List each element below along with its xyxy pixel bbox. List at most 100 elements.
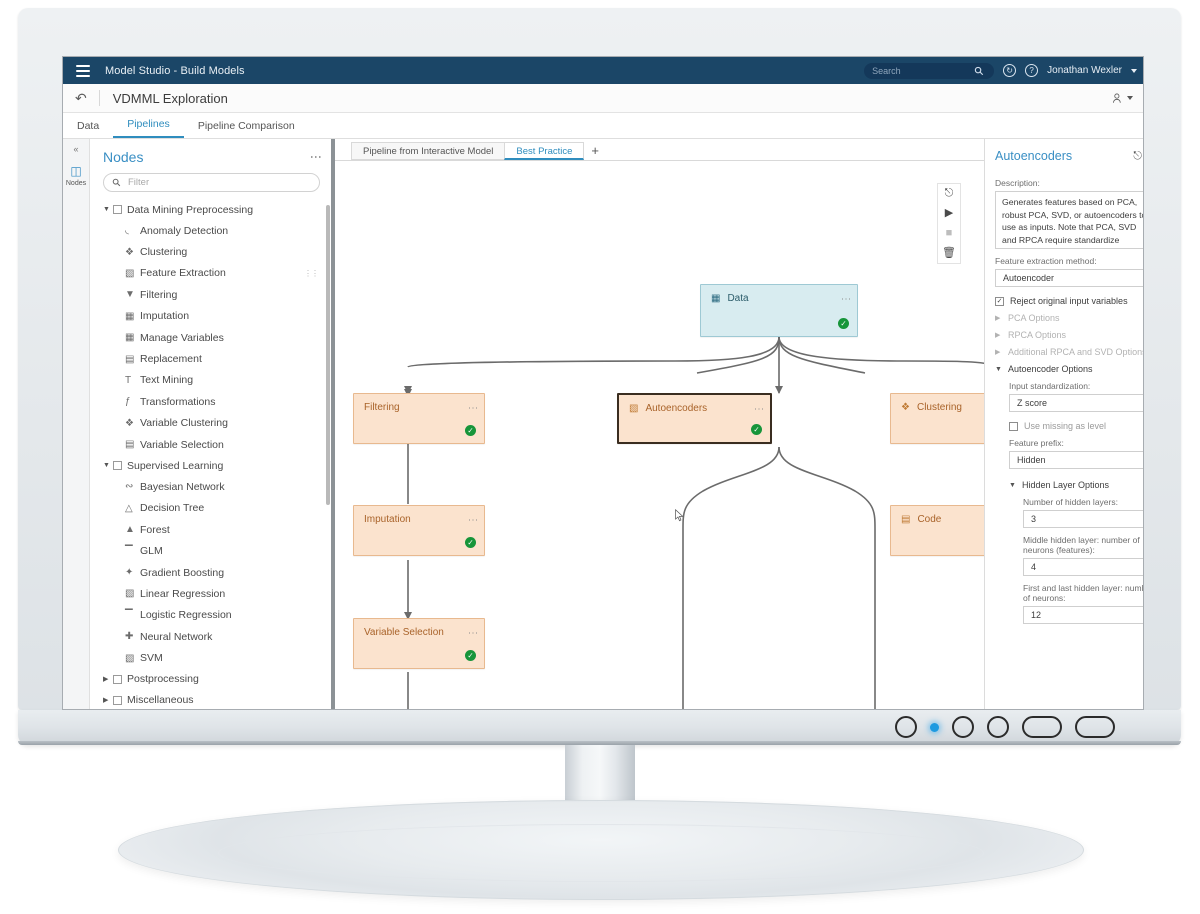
first-last-layer-input[interactable]: 12 — [1023, 606, 1143, 624]
tree-group-data-mining-preprocessing[interactable]: ▼ Data Mining Preprocessing — [90, 199, 332, 220]
pipeline-tab-interactive[interactable]: Pipeline from Interactive Model — [351, 142, 506, 160]
accordion-additional-rpca-svd-options[interactable]: ▶ Additional RPCA and SVD Options — [995, 347, 1143, 357]
filter-box[interactable] — [103, 173, 320, 192]
group-checkbox[interactable] — [113, 695, 122, 705]
select-pointer-icon[interactable]: ⎋ — [945, 188, 954, 199]
tree-item-linear-regression[interactable]: ▧ Linear Regression — [90, 583, 332, 604]
node-label: Filtering — [364, 402, 400, 413]
feature-method-select[interactable]: Autoencoder — [995, 269, 1143, 287]
chevron-down-icon[interactable] — [1131, 68, 1137, 73]
user-settings-button[interactable] — [1112, 92, 1133, 105]
pipeline-tab-best-practice[interactable]: Best Practice — [504, 142, 585, 160]
tree-item-replacement[interactable]: ▤ Replacement — [90, 348, 332, 369]
tree-item-svm[interactable]: ▧ SVM — [90, 647, 332, 668]
reject-original-checkbox[interactable]: ✓ Reject original input variables — [995, 296, 1143, 306]
tree-group-miscellaneous[interactable]: ▶ Miscellaneous — [90, 690, 332, 709]
run-play-icon[interactable]: ▶ — [945, 208, 953, 219]
tab-pipeline-comparison[interactable]: Pipeline Comparison — [184, 120, 309, 138]
accordion-pca-options[interactable]: ▶ PCA Options — [995, 313, 1143, 323]
add-pipeline-tab-button[interactable]: + — [583, 142, 607, 160]
monitor-power-button[interactable] — [895, 716, 917, 738]
stop-icon[interactable]: ■ — [946, 228, 953, 239]
glm-icon: ▔ — [125, 545, 133, 557]
tree-item-clustering[interactable]: ❖ Clustering — [90, 241, 332, 262]
tree-item-label: Transformations — [140, 395, 216, 408]
pipeline-canvas[interactable]: ⎋ ▶ ■ 🗑 ▦ Data ⋮ ✓ Filtering ⋮ ✓ ▧ Autoencod… — [335, 161, 984, 709]
tree-item-filtering[interactable]: ▼ Filtering — [90, 284, 332, 305]
tree-item-gradient-boosting[interactable]: ✦ Gradient Boosting — [90, 562, 332, 583]
monitor-menu-button-2[interactable] — [1075, 716, 1115, 738]
group-checkbox[interactable] — [113, 205, 122, 214]
tree-group-label: Miscellaneous — [127, 694, 194, 707]
tree-item-bayesian-network[interactable]: ∾ Bayesian Network — [90, 476, 332, 497]
tree-item-label: Filtering — [140, 288, 178, 301]
tree-item-manage-variables[interactable]: ▦ Manage Variables — [90, 327, 332, 348]
middle-layer-input[interactable]: 4 — [1023, 558, 1143, 576]
note-icon[interactable]: ⎋ — [1133, 150, 1142, 163]
nodes-panel-scrollbar[interactable] — [326, 205, 330, 505]
trash-icon[interactable]: 🗑 — [942, 248, 956, 259]
tree-item-anomaly-detection[interactable]: ◟ Anomaly Detection — [90, 220, 332, 241]
tab-pipelines[interactable]: Pipelines — [113, 118, 184, 138]
group-checkbox[interactable] — [113, 674, 122, 684]
tree-item-neural-network[interactable]: ✚ Neural Network — [90, 626, 332, 647]
hidden-layer-options-body: Number of hidden layers: 3 Middle hidden… — [1009, 497, 1143, 624]
tree-item-imputation[interactable]: ▦ Imputation — [90, 306, 332, 327]
accordion-autoencoder-options[interactable]: ▼ Autoencoder Options — [995, 364, 1143, 374]
tab-data[interactable]: Data — [63, 120, 113, 138]
input-standardization-select[interactable]: Z score — [1009, 394, 1143, 412]
back-arrow-icon[interactable]: ↶ — [75, 91, 87, 105]
app-bar-right: ↻ ? Jonathan Wexler — [864, 62, 1137, 79]
pipeline-node-data[interactable]: ▦ Data ⋮ ✓ — [700, 284, 858, 337]
tree-item-forest[interactable]: ▲ Forest — [90, 519, 332, 540]
tree-item-text-mining[interactable]: T Text Mining — [90, 370, 332, 391]
sub-bar: ↶ VDMML Exploration — [63, 84, 1143, 113]
filter-input[interactable] — [126, 176, 296, 189]
pipeline-node-variable-selection[interactable]: Variable Selection ⋮ ✓ — [353, 618, 485, 669]
history-icon[interactable]: ↻ — [1003, 64, 1017, 77]
accordion-rpca-options[interactable]: ▶ RPCA Options — [995, 330, 1143, 340]
tree-item-decision-tree[interactable]: △ Decision Tree — [90, 498, 332, 519]
monitor-control-button-2[interactable] — [987, 716, 1009, 738]
num-hidden-layers-select[interactable]: 3 — [1023, 510, 1143, 528]
search-box[interactable] — [864, 62, 995, 79]
accordion-hidden-layer-options[interactable]: ▼ Hidden Layer Options — [1009, 480, 1143, 490]
monitor-menu-button-1[interactable] — [1022, 716, 1062, 738]
search-input[interactable] — [870, 64, 975, 77]
kebab-menu-icon[interactable]: ⋮ — [467, 515, 478, 525]
use-missing-checkbox[interactable]: Use missing as level — [1009, 421, 1143, 431]
group-checkbox[interactable] — [113, 461, 122, 471]
pipeline-node-code[interactable]: ▤ Code — [890, 505, 984, 556]
divider — [98, 90, 100, 106]
pipeline-node-imputation[interactable]: Imputation ⋮ ✓ — [353, 505, 485, 556]
decision-tree-icon: △ — [125, 502, 133, 514]
tree-item-transformations[interactable]: ƒ Transformations — [90, 391, 332, 412]
screenshot-stage: Model Studio - Build Models ↻ ? Jonathan… — [0, 0, 1200, 914]
monitor-control-button-1[interactable] — [952, 716, 974, 738]
triangle-right-icon: ▶ — [995, 315, 1001, 322]
kebab-menu-icon[interactable]: ⋮ — [840, 294, 851, 304]
rail-item-nodes[interactable]: ◫ Nodes — [63, 159, 89, 187]
tree-item-glm[interactable]: ▔ GLM — [90, 540, 332, 561]
tree-item-variable-selection[interactable]: ▤ Variable Selection — [90, 434, 332, 455]
tree-item-feature-extraction[interactable]: ▧ Feature Extraction ⋮⋮ — [90, 263, 332, 284]
pipeline-node-filtering[interactable]: Filtering ⋮ ✓ — [353, 393, 485, 444]
pipeline-node-autoencoders[interactable]: ▧ Autoencoders ⋮ ✓ — [617, 393, 772, 444]
options-panel-title: Autoencoders — [995, 149, 1073, 163]
kebab-menu-icon[interactable]: ⋮ — [309, 151, 323, 163]
drag-handle-icon[interactable]: ⋮⋮ — [304, 269, 319, 278]
kebab-menu-icon[interactable]: ⋮ — [467, 628, 478, 638]
user-menu-label[interactable]: Jonathan Wexler — [1047, 65, 1122, 76]
tree-group-postprocessing[interactable]: ▶ Postprocessing — [90, 669, 332, 690]
feature-prefix-input[interactable]: Hidden — [1009, 451, 1143, 469]
kebab-menu-icon[interactable]: ⋮ — [467, 403, 478, 413]
description-textarea[interactable]: Generates features based on PCA, robust … — [995, 191, 1143, 249]
tree-item-logistic-regression[interactable]: ▔ Logistic Regression — [90, 605, 332, 626]
chevron-double-left-icon[interactable]: « — [63, 139, 89, 159]
kebab-menu-icon[interactable]: ⋮ — [753, 404, 764, 414]
pipeline-node-clustering[interactable]: ❖ Clustering — [890, 393, 984, 444]
tree-item-variable-clustering[interactable]: ❖ Variable Clustering — [90, 413, 332, 434]
help-icon[interactable]: ? — [1025, 64, 1039, 77]
hamburger-icon[interactable] — [76, 64, 90, 77]
tree-group-supervised-learning[interactable]: ▼ Supervised Learning — [90, 455, 332, 476]
